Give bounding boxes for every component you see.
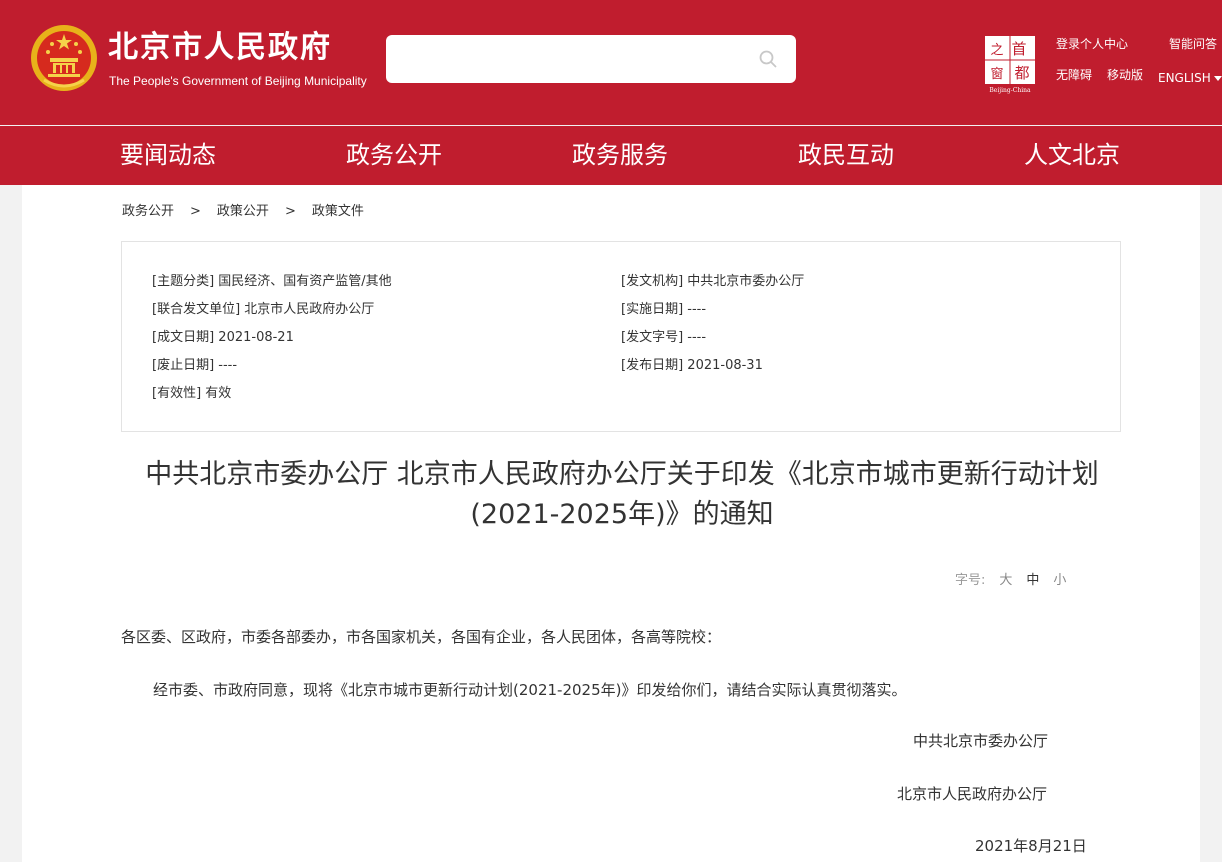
font-size-medium[interactable]: 中: [1026, 573, 1039, 588]
meta-key: [成文日期]: [152, 330, 215, 345]
site-subtitle: The People's Government of Beijing Munic…: [109, 74, 367, 88]
document-body: 经市委、市政府同意，现将《北京市城市更新行动计划(2021-2025年)》印发给…: [153, 681, 907, 699]
meta-key: [废止日期]: [152, 358, 215, 373]
document-title: 中共北京市委办公厅 北京市人民政府办公厅关于印发《北京市城市更新行动计划 (20…: [102, 455, 1142, 535]
meta-value: 2021-08-21: [218, 330, 294, 345]
document-signatory: 北京市人民政府办公厅: [897, 785, 1048, 803]
main-nav: 要闻动态 政务公开 政务服务 政民互动 人文北京: [0, 126, 1222, 185]
capital-window-logo[interactable]: 首 都 之 窗 Beijing-China: [982, 34, 1038, 94]
meta-joint-issuer: [联合发文单位] 北京市人民政府办公厅: [152, 300, 374, 320]
meta-value: 国民经济、国有资产监管/其他: [218, 274, 392, 289]
meta-key: [联合发文单位]: [152, 302, 241, 317]
meta-key: [实施日期]: [621, 302, 684, 317]
document-salutation: 各区委、区政府，市委各部委办，市各国家机关，各国有企业，各人民团体，各高等院校：: [121, 628, 722, 646]
nav-item-culture[interactable]: 人文北京: [1024, 126, 1120, 185]
accessible-link[interactable]: 无障碍: [1056, 67, 1092, 83]
meta-value: 2021-08-31: [687, 358, 763, 373]
language-label: ENGLISH: [1158, 71, 1211, 85]
site-header: 北京市人民政府 The People's Government of Beiji…: [0, 0, 1222, 125]
breadcrumb-item[interactable]: 政策文件: [312, 204, 364, 219]
site-title[interactable]: 北京市人民政府: [108, 30, 332, 66]
meta-written-date: [成文日期] 2021-08-21: [152, 328, 294, 348]
breadcrumb-item[interactable]: 政务公开: [122, 204, 174, 219]
meta-key: [发文字号]: [621, 330, 684, 345]
capital-logo-char: 都: [1014, 64, 1029, 82]
meta-abolish-date: [废止日期] ----: [152, 356, 237, 376]
font-size-control: 字号: 大中小: [955, 572, 1066, 590]
chevron-down-icon: [1213, 76, 1222, 81]
meta-doc-number: [发文字号] ----: [621, 328, 706, 348]
font-size-small[interactable]: 小: [1053, 573, 1066, 588]
meta-subject: [主题分类] 国民经济、国有资产监管/其他: [152, 272, 392, 292]
document-title-line: 中共北京市委办公厅 北京市人民政府办公厅关于印发《北京市城市更新行动计划: [145, 459, 1099, 490]
meta-value: ----: [687, 302, 707, 317]
meta-key: [主题分类]: [152, 274, 215, 289]
meta-value: ----: [687, 330, 707, 345]
national-emblem-icon[interactable]: [30, 22, 98, 94]
content-panel: 政务公开 > 政策公开 > 政策文件 [主题分类] 国民经济、国有资产监管/其他 [联合…: [22, 185, 1200, 862]
meta-value: 有效: [205, 386, 232, 401]
nav-item-gov-services[interactable]: 政务服务: [572, 126, 668, 185]
capital-logo-caption: Beijing-China: [989, 87, 1031, 94]
search-icon[interactable]: [758, 49, 778, 69]
nav-item-gov-affairs[interactable]: 政务公开: [346, 126, 442, 185]
meta-key: [发文机构]: [621, 274, 684, 289]
meta-effective-date: [实施日期] ----: [621, 300, 706, 320]
capital-logo-char: 首: [1011, 40, 1026, 58]
smart-qa-link[interactable]: 智能问答: [1169, 36, 1217, 52]
login-link[interactable]: 登录个人中心: [1056, 36, 1128, 52]
nav-item-news[interactable]: 要闻动态: [120, 126, 216, 185]
font-size-label: 字号:: [955, 573, 986, 588]
document-meta-box: [主题分类] 国民经济、国有资产监管/其他 [联合发文单位] 北京市人民政府办公…: [121, 241, 1121, 432]
capital-logo-char: 之: [990, 43, 1003, 58]
meta-issuing-org: [发文机构] 中共北京市委办公厅: [621, 272, 804, 292]
mobile-link[interactable]: 移动版: [1107, 67, 1143, 83]
search-input[interactable]: [386, 35, 796, 83]
meta-publish-date: [发布日期] 2021-08-31: [621, 356, 763, 376]
meta-validity: [有效性] 有效: [152, 384, 231, 404]
meta-value: 北京市人民政府办公厅: [244, 302, 375, 317]
meta-key: [有效性]: [152, 386, 202, 401]
capital-logo-char: 窗: [990, 66, 1003, 82]
nav-item-interaction[interactable]: 政民互动: [798, 126, 894, 185]
breadcrumb: 政务公开 > 政策公开 > 政策文件: [122, 203, 364, 221]
breadcrumb-separator: >: [284, 204, 296, 219]
breadcrumb-separator: >: [190, 204, 201, 219]
breadcrumb-item[interactable]: 政策公开: [217, 204, 269, 219]
meta-value: 中共北京市委办公厅: [687, 274, 805, 289]
meta-value: ----: [218, 358, 238, 373]
font-size-large[interactable]: 大: [999, 573, 1012, 588]
document-title-line: (2021-2025年)》的通知: [470, 499, 774, 530]
language-select[interactable]: ENGLISH: [1158, 70, 1222, 86]
document-signatory: 中共北京市委办公厅: [913, 732, 1049, 750]
meta-key: [发布日期]: [621, 358, 684, 373]
document-date: 2021年8月21日: [975, 837, 1087, 855]
